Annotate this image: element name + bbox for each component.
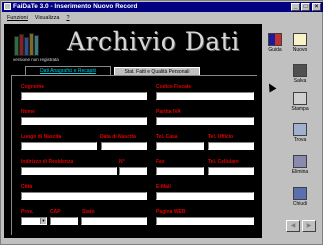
maximize-button[interactable]: □: [301, 3, 310, 11]
tel-casa-input[interactable]: [156, 142, 204, 150]
print-icon: [293, 92, 307, 105]
page-title: Archivio Dati: [67, 27, 240, 56]
close-button[interactable]: ×: [312, 3, 321, 11]
books-logo: [12, 32, 44, 56]
label-pagina-web: Pagina WEB: [156, 209, 186, 215]
indirizzo-input[interactable]: [21, 167, 117, 175]
app-icon: [4, 3, 11, 10]
chevron-down-icon[interactable]: ▼: [40, 218, 46, 224]
window-title: FaiDaTe 3.0 - Inserimento Nuovo Record: [13, 3, 138, 10]
email-input[interactable]: [156, 192, 254, 200]
book-icon: [268, 33, 282, 46]
label-nome: Nome: [21, 109, 35, 115]
mouse-cursor-icon: [265, 81, 277, 93]
record-panel: versione non registrata Archivio Dati Da…: [4, 24, 262, 238]
label-stato: Stato: [82, 209, 95, 215]
label-tel-cellulare: Tel. Cellulare: [208, 159, 239, 165]
pagina-web-input[interactable]: [156, 217, 254, 225]
tel-ufficio-input[interactable]: [208, 142, 254, 150]
nuovo-button[interactable]: Nuovo: [289, 32, 311, 54]
numero-input[interactable]: [119, 167, 147, 175]
label-tel-casa: Tel. Casa: [156, 134, 178, 140]
save-icon: [293, 64, 307, 77]
menu-help[interactable]: ?: [66, 15, 69, 21]
cognome-input[interactable]: [21, 92, 147, 100]
stampa-button[interactable]: Stampa: [289, 91, 311, 113]
label-luogo-nascita: Luogo di Nascita: [21, 134, 62, 140]
trova-button[interactable]: Trova: [289, 122, 311, 144]
partita-iva-input[interactable]: [156, 117, 254, 125]
prov-select[interactable]: ▼: [21, 217, 47, 225]
tab-dati-anagrafici[interactable]: Dati Anagrafici e Recapiti: [25, 66, 111, 75]
label-cognome: Cognome: [21, 84, 45, 90]
chiudi-label: Chiudi: [292, 201, 308, 207]
previous-record-button[interactable]: ◀: [286, 220, 300, 232]
data-nascita-input[interactable]: [101, 142, 147, 150]
label-prov: Prov.: [21, 209, 34, 215]
new-icon: [293, 33, 307, 46]
version-note: versione non registrata: [13, 57, 59, 62]
codice-fiscale-input[interactable]: [156, 92, 254, 100]
title-bar[interactable]: FaiDaTe 3.0 - Inserimento Nuovo Record _…: [2, 2, 323, 12]
app-window: FaiDaTe 3.0 - Inserimento Nuovo Record _…: [0, 0, 323, 245]
menu-bar: Funzioni Visualizza ?: [2, 13, 323, 22]
luogo-nascita-input[interactable]: [21, 142, 97, 150]
chiudi-button[interactable]: Chiudi: [289, 186, 311, 208]
stato-input[interactable]: [81, 217, 147, 225]
citta-input[interactable]: [21, 192, 147, 200]
guida-button[interactable]: Guida: [264, 32, 286, 54]
label-data-nascita: Data di Nascita: [100, 134, 136, 140]
guida-label: Guida: [268, 47, 282, 53]
menu-visualizza[interactable]: Visualizza: [35, 15, 60, 21]
label-numero: N°: [119, 159, 125, 165]
form-area: Cognome Nome Luogo di Nascita Data di Na…: [11, 75, 257, 235]
label-citta: Città: [21, 184, 33, 190]
salva-button[interactable]: Salva: [289, 63, 311, 85]
minimize-button[interactable]: _: [291, 3, 300, 11]
elimina-label: Elimina: [291, 169, 309, 175]
trova-label: Trova: [293, 137, 307, 143]
label-indirizzo: Indirizzo di Residenza: [21, 159, 74, 165]
elimina-button[interactable]: Elimina: [289, 154, 311, 176]
trash-icon: [293, 155, 307, 168]
menu-funzioni[interactable]: Funzioni: [7, 15, 28, 21]
label-partita-iva: Partita IVA: [156, 109, 181, 115]
label-codice-fiscale: Codice Fiscale: [156, 84, 192, 90]
stampa-label: Stampa: [291, 106, 309, 112]
label-fax: Fax: [156, 159, 165, 165]
find-icon: [293, 123, 307, 136]
fax-input[interactable]: [156, 167, 204, 175]
nuovo-label: Nuovo: [292, 47, 308, 53]
label-email: E-Mail: [156, 184, 171, 190]
label-tel-ufficio: Tel. Ufficio: [208, 134, 234, 140]
next-record-button[interactable]: ▶: [302, 220, 316, 232]
close-door-icon: [293, 187, 307, 200]
salva-label: Salva: [293, 78, 307, 84]
label-cap: CAP: [50, 209, 61, 215]
nome-input[interactable]: [21, 117, 147, 125]
tel-cellulare-input[interactable]: [208, 167, 254, 175]
cap-input[interactable]: [50, 217, 78, 225]
